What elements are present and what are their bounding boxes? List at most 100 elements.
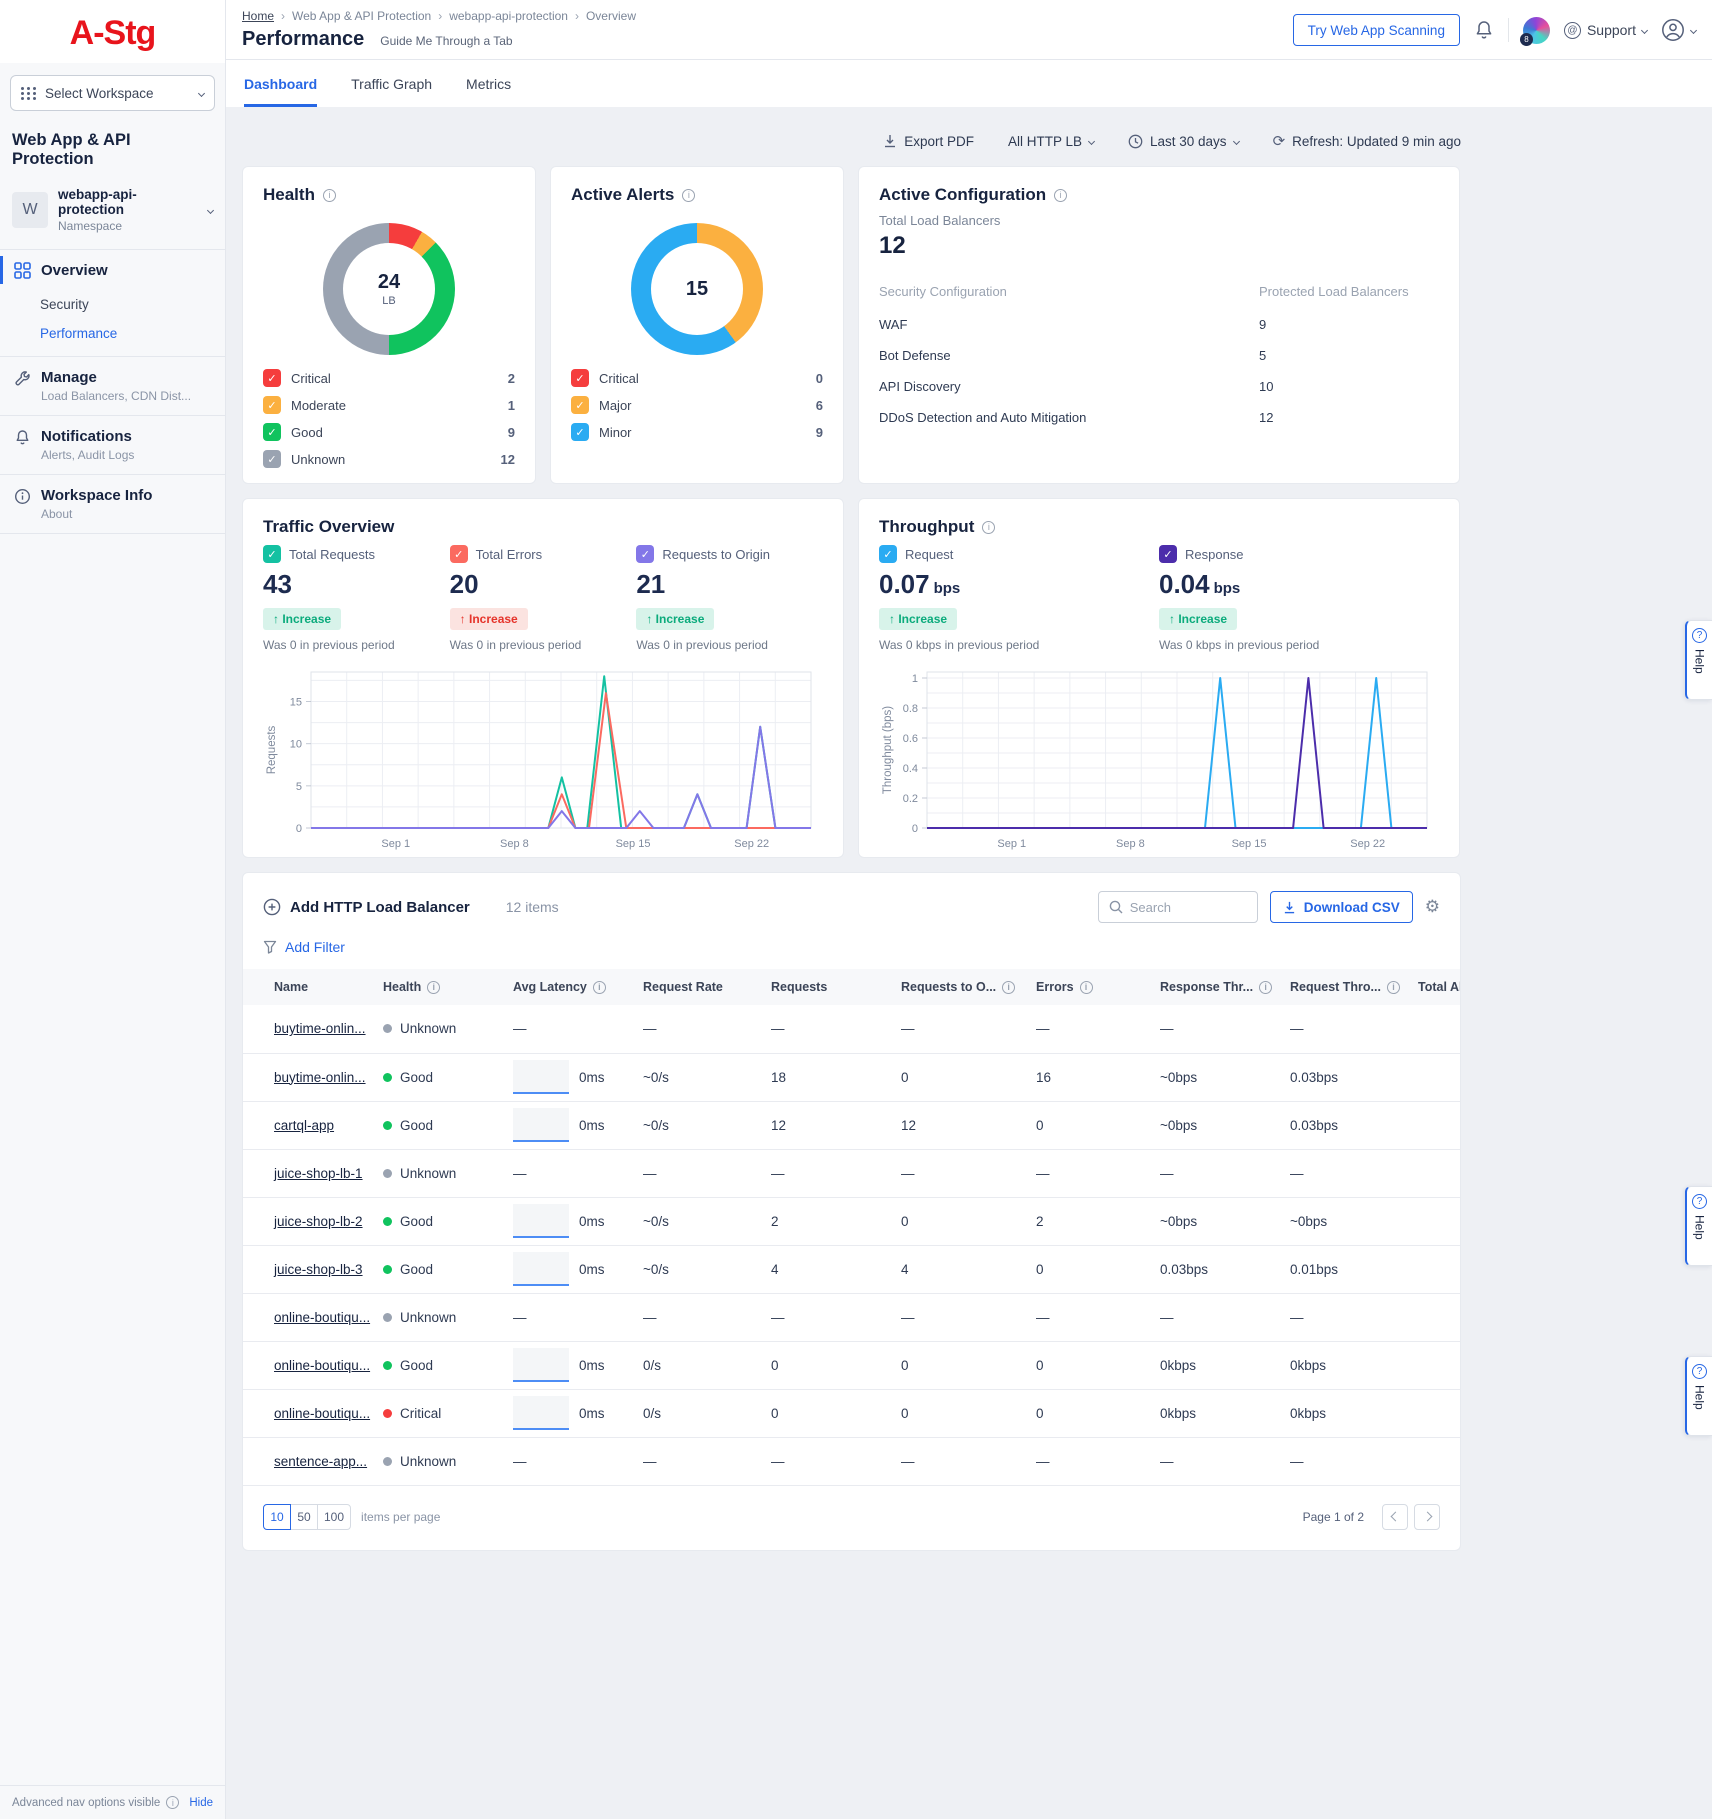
account-menu[interactable] [1661,18,1696,42]
page-size-100[interactable]: 100 [317,1504,351,1530]
throughput-title: Throughput [879,517,974,537]
notifications-bell-icon[interactable] [1474,19,1494,41]
info-icon[interactable]: i [682,189,695,202]
table-row[interactable]: juice-shop-lb-1Unknown——————— [243,1149,1460,1197]
table-search[interactable] [1098,891,1258,923]
info-icon[interactable]: i [323,189,336,202]
table-row[interactable]: juice-shop-lb-2Good0ms~0/s202~0bps~0bps [243,1197,1460,1245]
sidebar-item-performance[interactable]: Performance [0,319,225,348]
request-rate-value: — [643,1149,771,1197]
series-checkbox[interactable]: ✓ [263,545,281,563]
series-checkbox[interactable]: ✓ [450,545,468,563]
info-icon[interactable]: i [593,981,606,994]
sidebar-item-manage[interactable]: Manage Load Balancers, CDN Dist... [0,356,225,415]
svg-text:1: 1 [912,673,918,685]
info-icon[interactable]: i [1259,981,1272,994]
info-icon[interactable]: i [1080,981,1093,994]
breadcrumb-item[interactable]: Web App & API Protection [292,9,431,23]
table-row[interactable]: sentence-app...Unknown——————— [243,1437,1460,1485]
column-header-health[interactable]: Healthi [383,969,513,1005]
help-tab[interactable]: ? Help [1685,620,1712,700]
info-icon[interactable]: i [1054,189,1067,202]
add-http-lb-button[interactable]: Add HTTP Load Balancer [263,898,470,916]
lb-name-link[interactable]: buytime-onlin... [274,1021,366,1036]
account-icon [1661,18,1685,42]
series-checkbox[interactable]: ✓ [263,396,281,414]
page-size-50[interactable]: 50 [290,1504,318,1530]
sidebar-item-security[interactable]: Security [0,290,225,319]
info-icon[interactable]: i [982,521,995,534]
series-checkbox[interactable]: ✓ [263,450,281,468]
lb-name-link[interactable]: juice-shop-lb-1 [274,1166,363,1181]
column-header-avg-latency[interactable]: Avg Latencyi [513,969,643,1005]
series-checkbox[interactable]: ✓ [1159,545,1177,563]
column-header-request-rate[interactable]: Request Rate [643,969,771,1005]
table-row[interactable]: online-boutiqu...Critical0ms0/s0000kbps0… [243,1389,1460,1437]
series-checkbox[interactable]: ✓ [571,423,589,441]
search-input[interactable] [1130,900,1240,915]
tab-dashboard[interactable]: Dashboard [244,60,317,107]
tab-traffic-graph[interactable]: Traffic Graph [351,60,432,107]
sidebar-item-workspace-info[interactable]: Workspace Info About [0,474,225,534]
column-header-response-thr[interactable]: Response Thr...i [1160,969,1290,1005]
hide-nav-link[interactable]: Hide [189,1797,213,1809]
table-row[interactable]: cartql-appGood0ms~0/s12120~0bps0.03bps [243,1101,1460,1149]
sidebar-item-overview[interactable]: Overview [0,250,225,290]
table-row[interactable]: juice-shop-lb-3Good0ms~0/s4400.03bps0.01… [243,1245,1460,1293]
series-checkbox[interactable]: ✓ [879,545,897,563]
column-header-total-ale[interactable]: Total Ale... [1418,969,1460,1005]
lb-filter-dropdown[interactable]: All HTTP LB [1008,134,1094,149]
series-checkbox[interactable]: ✓ [636,545,654,563]
lb-name-link[interactable]: online-boutiqu... [274,1310,370,1325]
column-header-name[interactable]: Name [243,969,383,1005]
lb-name-link[interactable]: buytime-onlin... [274,1070,366,1085]
table-row[interactable]: online-boutiqu...Good0ms0/s0000kbps0kbps [243,1341,1460,1389]
prev-page-button[interactable] [1382,1504,1408,1530]
info-icon[interactable]: i [1387,981,1400,994]
workspace-selector[interactable]: Select Workspace [10,75,215,111]
lb-name-link[interactable]: cartql-app [274,1118,334,1133]
download-csv-button[interactable]: Download CSV [1270,891,1413,923]
latency-sparkline [513,1252,569,1286]
help-tab[interactable]: ? Help [1685,1186,1712,1266]
guide-me-link[interactable]: Guide Me Through a Tab [380,34,512,48]
time-range-dropdown[interactable]: Last 30 days [1128,134,1239,149]
tenant-avatar[interactable]: 8 [1523,17,1550,44]
table-settings-gear-icon[interactable]: ⚙ [1425,897,1440,917]
alerts-legend: ✓Critical0✓Major6✓Minor9 [571,369,823,441]
lb-name-link[interactable]: online-boutiqu... [274,1358,370,1373]
series-checkbox[interactable]: ✓ [263,423,281,441]
info-icon[interactable]: i [427,981,440,994]
series-checkbox[interactable]: ✓ [571,396,589,414]
help-tab[interactable]: ? Help [1685,1356,1712,1436]
table-row[interactable]: online-boutiqu...Unknown——————— [243,1293,1460,1341]
namespace-selector[interactable]: W webapp-api-protection Namespace [0,179,225,249]
table-row[interactable]: buytime-onlin...Good0ms~0/s18016~0bps0.0… [243,1053,1460,1101]
info-icon[interactable]: i [1002,981,1015,994]
lb-name-link[interactable]: juice-shop-lb-3 [274,1262,363,1277]
logo[interactable]: A-Stg [0,0,225,63]
try-web-app-scanning-button[interactable]: Try Web App Scanning [1293,14,1460,46]
column-header-request-thro[interactable]: Request Thro...i [1290,969,1418,1005]
tab-metrics[interactable]: Metrics [466,60,511,107]
column-header-requests-to-o[interactable]: Requests to O...i [901,969,1036,1005]
page-size-10[interactable]: 10 [263,1504,291,1530]
column-header-errors[interactable]: Errorsi [1036,969,1160,1005]
lb-table-scroll-area[interactable]: NameHealthiAvg LatencyiRequest RateReque… [243,969,1460,1486]
breadcrumb-item[interactable]: Overview [586,9,636,23]
lb-name-link[interactable]: juice-shop-lb-2 [274,1214,363,1229]
breadcrumb-item[interactable]: webapp-api-protection [449,9,568,23]
breadcrumb-home[interactable]: Home [242,9,274,23]
table-row[interactable]: buytime-onlin...Unknown——————— [243,1005,1460,1053]
sidebar-item-notifications[interactable]: Notifications Alerts, Audit Logs [0,415,225,474]
export-pdf-button[interactable]: Export PDF [883,134,974,149]
column-header-requests[interactable]: Requests [771,969,901,1005]
support-menu[interactable]: @ Support [1564,22,1647,39]
lb-name-link[interactable]: sentence-app... [274,1454,367,1469]
add-filter-button[interactable]: Add Filter [243,923,1460,969]
next-page-button[interactable] [1414,1504,1440,1530]
lb-name-link[interactable]: online-boutiqu... [274,1406,370,1421]
refresh-button[interactable]: ⟳ Refresh: Updated 9 min ago [1273,132,1461,150]
series-checkbox[interactable]: ✓ [263,369,281,387]
series-checkbox[interactable]: ✓ [571,369,589,387]
